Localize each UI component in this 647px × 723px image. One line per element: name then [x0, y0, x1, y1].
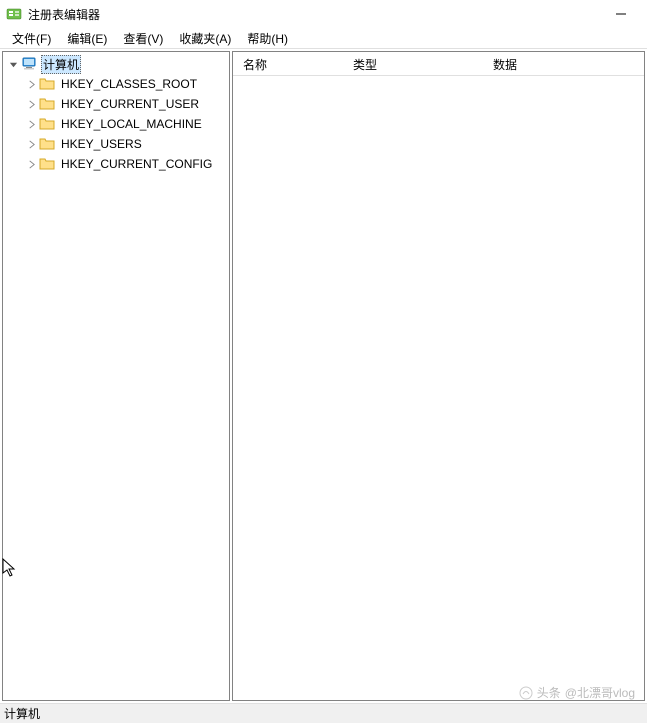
column-type[interactable]: 类型 [343, 52, 483, 75]
folder-icon [39, 156, 55, 172]
list-body[interactable] [233, 76, 644, 700]
folder-icon [39, 76, 55, 92]
watermark-author: @北漂哥vlog [565, 684, 635, 701]
watermark-icon [519, 686, 533, 700]
list-header: 名称 类型 数据 [233, 52, 644, 76]
content-area: 计算机 HKEY_CLASSES_ROOT HKEY_CURRENT_USER [0, 48, 647, 703]
tree-item-label[interactable]: HKEY_LOCAL_MACHINE [59, 116, 204, 132]
tree-item-label[interactable]: HKEY_USERS [59, 136, 144, 152]
tree-item-hkcu[interactable]: HKEY_CURRENT_USER [3, 94, 229, 114]
tree-root-label[interactable]: 计算机 [41, 55, 81, 74]
window-title: 注册表编辑器 [28, 6, 601, 23]
chevron-right-icon[interactable] [25, 118, 37, 130]
minimize-button[interactable] [601, 0, 641, 28]
folder-icon [39, 116, 55, 132]
list-pane[interactable]: 名称 类型 数据 [232, 51, 645, 701]
chevron-right-icon[interactable] [25, 78, 37, 90]
computer-icon [21, 56, 37, 72]
chevron-right-icon[interactable] [25, 138, 37, 150]
tree-item-hkcc[interactable]: HKEY_CURRENT_CONFIG [3, 154, 229, 174]
tree-empty-area [3, 174, 229, 698]
menu-view[interactable]: 查看(V) [115, 28, 171, 49]
chevron-down-icon[interactable] [7, 58, 19, 70]
status-bar: 计算机 [0, 703, 647, 723]
title-bar: 注册表编辑器 [0, 0, 647, 28]
watermark: 头条 @北漂哥vlog [519, 684, 635, 701]
menu-help[interactable]: 帮助(H) [239, 28, 296, 49]
folder-icon [39, 96, 55, 112]
tree-root-computer[interactable]: 计算机 [3, 54, 229, 74]
tree-item-hku[interactable]: HKEY_USERS [3, 134, 229, 154]
chevron-right-icon[interactable] [25, 98, 37, 110]
tree-item-label[interactable]: HKEY_CLASSES_ROOT [59, 76, 199, 92]
tree-item-hklm[interactable]: HKEY_LOCAL_MACHINE [3, 114, 229, 134]
column-name[interactable]: 名称 [233, 52, 343, 75]
tree-item-label[interactable]: HKEY_CURRENT_USER [59, 96, 201, 112]
regedit-icon [6, 6, 22, 22]
chevron-right-icon[interactable] [25, 158, 37, 170]
folder-icon [39, 136, 55, 152]
status-path: 计算机 [4, 705, 40, 722]
menu-bar: 文件(F) 编辑(E) 查看(V) 收藏夹(A) 帮助(H) [0, 28, 647, 48]
tree-item-label[interactable]: HKEY_CURRENT_CONFIG [59, 156, 214, 172]
menu-edit[interactable]: 编辑(E) [59, 28, 115, 49]
menu-file[interactable]: 文件(F) [4, 28, 59, 49]
column-data[interactable]: 数据 [483, 52, 644, 75]
watermark-prefix: 头条 [537, 684, 561, 701]
menu-favorites[interactable]: 收藏夹(A) [171, 28, 239, 49]
tree-pane[interactable]: 计算机 HKEY_CLASSES_ROOT HKEY_CURRENT_USER [2, 51, 230, 701]
tree-item-hkcr[interactable]: HKEY_CLASSES_ROOT [3, 74, 229, 94]
